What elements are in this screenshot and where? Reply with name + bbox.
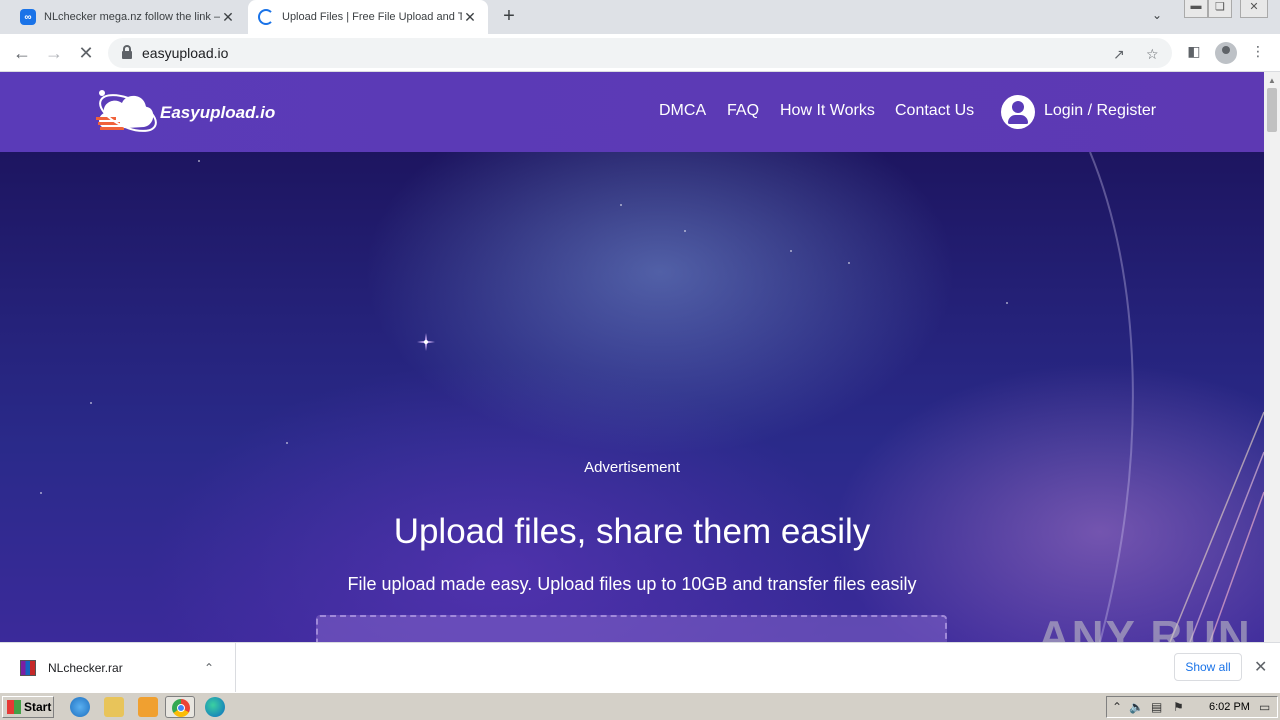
stop-loading-icon[interactable]: ✕ <box>74 41 98 65</box>
close-download-bar-icon[interactable]: ✕ <box>1254 657 1267 677</box>
system-tray: ⌃ 🔈 ▤ ⚑ 6:02 PM ▭ <box>1106 696 1278 718</box>
network-icon[interactable]: ▤ <box>1151 700 1162 714</box>
volume-icon[interactable]: 🔈 <box>1129 700 1144 714</box>
chevron-up-icon[interactable]: ⌃ <box>199 661 219 675</box>
scroll-up-arrow-icon[interactable]: ▲ <box>1268 76 1276 85</box>
star-decoration <box>684 230 686 232</box>
hero-title: Upload files, share them easily <box>393 512 871 551</box>
star-decoration <box>90 402 92 404</box>
tab-nlchecker[interactable]: ∞ NLchecker mega.nz follow the link — ✕ <box>10 0 246 34</box>
tab-easyupload[interactable]: Upload Files | Free File Upload and T ✕ <box>248 0 488 34</box>
loading-spinner-icon <box>258 9 274 25</box>
share-icon[interactable]: ↗ <box>1113 46 1125 63</box>
nav-contact-us[interactable]: Contact Us <box>895 102 974 120</box>
action-center-flag-icon[interactable]: ⚑ <box>1173 700 1184 714</box>
sparkle-icon <box>417 333 435 351</box>
tab-search-chevron-icon[interactable]: ⌄ <box>1152 8 1170 26</box>
forward-arrow-icon[interactable]: → <box>42 41 66 65</box>
internet-explorer-icon[interactable] <box>70 697 90 717</box>
restore-icon[interactable]: ❏ <box>1208 0 1232 18</box>
start-button[interactable]: Start <box>2 696 54 718</box>
download-item[interactable]: NLchecker.rar ⌃ <box>0 643 236 693</box>
show-all-button[interactable]: Show all <box>1174 653 1242 681</box>
page-scrollbar[interactable]: ▲ <box>1264 72 1280 642</box>
link-icon: ∞ <box>20 9 36 25</box>
hero-subtitle: File upload made easy. Upload files up t… <box>347 574 917 594</box>
back-arrow-icon[interactable]: ← <box>10 41 34 65</box>
upload-dropzone[interactable] <box>316 615 947 642</box>
chrome-taskbar-button[interactable] <box>165 696 195 718</box>
advertisement-label: Advertisement <box>584 459 680 476</box>
tab-title: NLchecker mega.nz follow the link — <box>44 11 220 23</box>
tab-strip: ∞ NLchecker mega.nz follow the link — ✕ … <box>0 0 1280 34</box>
windows-flag-icon <box>7 700 21 714</box>
browser-toolbar: ← → ✕ easyupload.io ↗ ☆ ◧ ⋮ <box>0 34 1280 72</box>
address-bar[interactable]: easyupload.io ↗ ☆ <box>108 38 1172 68</box>
star-decoration <box>1006 302 1008 304</box>
bookmark-star-icon[interactable]: ☆ <box>1146 46 1159 63</box>
rar-file-icon <box>20 660 36 676</box>
windows-taskbar: Start ⌃ 🔈 ▤ ⚑ 6:02 PM ▭ <box>0 692 1280 720</box>
download-file-name[interactable]: NLchecker.rar <box>48 661 199 675</box>
star-decoration <box>286 442 288 444</box>
logo-text: Easyupload.io <box>160 103 276 122</box>
close-tab-icon[interactable]: ✕ <box>462 9 478 26</box>
nav-dmca[interactable]: DMCA <box>659 102 706 120</box>
site-logo[interactable]: Easyupload.io <box>94 84 294 142</box>
tray-expand-icon[interactable]: ⌃ <box>1112 700 1122 714</box>
star-decoration <box>198 160 200 162</box>
nav-faq[interactable]: FAQ <box>727 102 759 120</box>
user-avatar-icon[interactable] <box>1001 95 1035 129</box>
media-player-icon[interactable] <box>138 697 158 717</box>
tab-title: Upload Files | Free File Upload and T <box>282 11 462 23</box>
star-decoration <box>40 492 42 494</box>
clock[interactable]: 6:02 PM <box>1209 701 1250 713</box>
edge-icon[interactable] <box>205 697 225 717</box>
web-page: Easyupload.io DMCA FAQ How It Works Cont… <box>0 72 1264 642</box>
show-desktop-icon[interactable]: ▭ <box>1259 700 1270 714</box>
url-text[interactable]: easyupload.io <box>142 45 228 61</box>
star-decoration <box>790 250 792 252</box>
close-tab-icon[interactable]: ✕ <box>220 9 236 26</box>
close-icon[interactable]: ✕ <box>1240 0 1268 18</box>
star-decoration <box>620 204 622 206</box>
star-decoration <box>848 262 850 264</box>
site-header: Easyupload.io DMCA FAQ How It Works Cont… <box>0 72 1264 152</box>
new-tab-button[interactable]: + <box>498 5 520 27</box>
cloud-logo-icon <box>94 85 158 141</box>
menu-kebab-icon[interactable]: ⋮ <box>1248 43 1268 63</box>
minimize-icon[interactable]: ▬ <box>1184 0 1208 18</box>
side-panel-icon[interactable]: ◧ <box>1184 43 1204 63</box>
download-bar: NLchecker.rar ⌃ Show all ✕ <box>0 642 1280 693</box>
hero-section: Advertisement Upload files, share them e… <box>0 152 1264 642</box>
file-explorer-icon[interactable] <box>104 697 124 717</box>
profile-avatar-icon[interactable] <box>1215 42 1237 64</box>
chrome-icon <box>172 699 190 717</box>
lock-icon[interactable] <box>122 45 132 59</box>
start-label: Start <box>24 700 52 714</box>
light-streaks-decoration <box>1089 152 1264 642</box>
scroll-thumb[interactable] <box>1267 88 1277 132</box>
nav-how-it-works[interactable]: How It Works <box>780 102 875 120</box>
login-register-link[interactable]: Login / Register <box>1044 102 1156 120</box>
